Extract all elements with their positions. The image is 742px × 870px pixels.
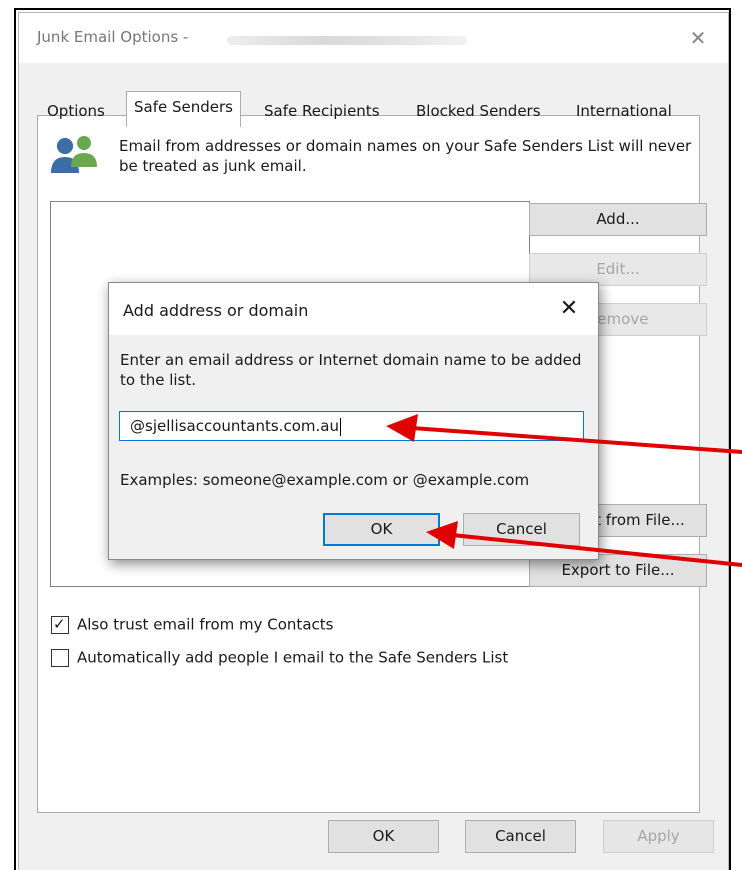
trust-contacts-option[interactable]: ✓ Also trust email from my Contacts [51,614,333,634]
ok-button[interactable]: OK [328,820,439,853]
text-caret [339,417,341,436]
close-icon[interactable]: ✕ [553,295,585,323]
add-dialog-examples: Examples: someone@example.com or @exampl… [120,471,530,489]
add-button[interactable]: Add... [529,203,707,236]
tab-safe-senders[interactable]: Safe Senders [126,91,241,127]
tab-blocked-senders[interactable]: Blocked Senders [409,98,548,126]
close-icon[interactable]: ✕ [683,25,713,51]
people-icon [51,136,97,173]
address-input-value: @sjellisaccountants.com.au [130,417,339,435]
tab-international[interactable]: International [569,98,679,126]
address-input[interactable]: @sjellisaccountants.com.au [119,411,584,441]
trust-contacts-label: Also trust email from my Contacts [77,615,334,634]
add-dialog-cancel-button[interactable]: Cancel [463,513,580,546]
description-text: Email from addresses or domain names on … [119,137,692,175]
add-dialog-prompt: Enter an email address or Internet domai… [120,351,582,389]
check-icon: ✓ [53,614,66,633]
redacted-account-name [227,36,467,45]
apply-button[interactable]: Apply [603,820,714,853]
add-address-dialog: Add address or domain ✕ Enter an email a… [108,282,599,560]
cancel-button[interactable]: Cancel [465,820,576,853]
add-dialog-title-bar: Add address or domain ✕ [109,283,598,335]
auto-add-label: Automatically add people I email to the … [77,648,509,667]
trust-contacts-checkbox[interactable]: ✓ [51,614,69,634]
window-title: Junk Email Options - [37,28,189,46]
add-dialog-ok-button[interactable]: OK [323,513,440,546]
tab-options[interactable]: Options [40,98,112,126]
title-bar: Junk Email Options - ✕ [19,13,728,63]
add-dialog-title: Add address or domain [123,301,309,320]
tab-safe-recipients[interactable]: Safe Recipients [257,98,387,126]
auto-add-option[interactable]: Automatically add people I email to the … [51,647,508,667]
auto-add-checkbox[interactable] [51,648,69,667]
